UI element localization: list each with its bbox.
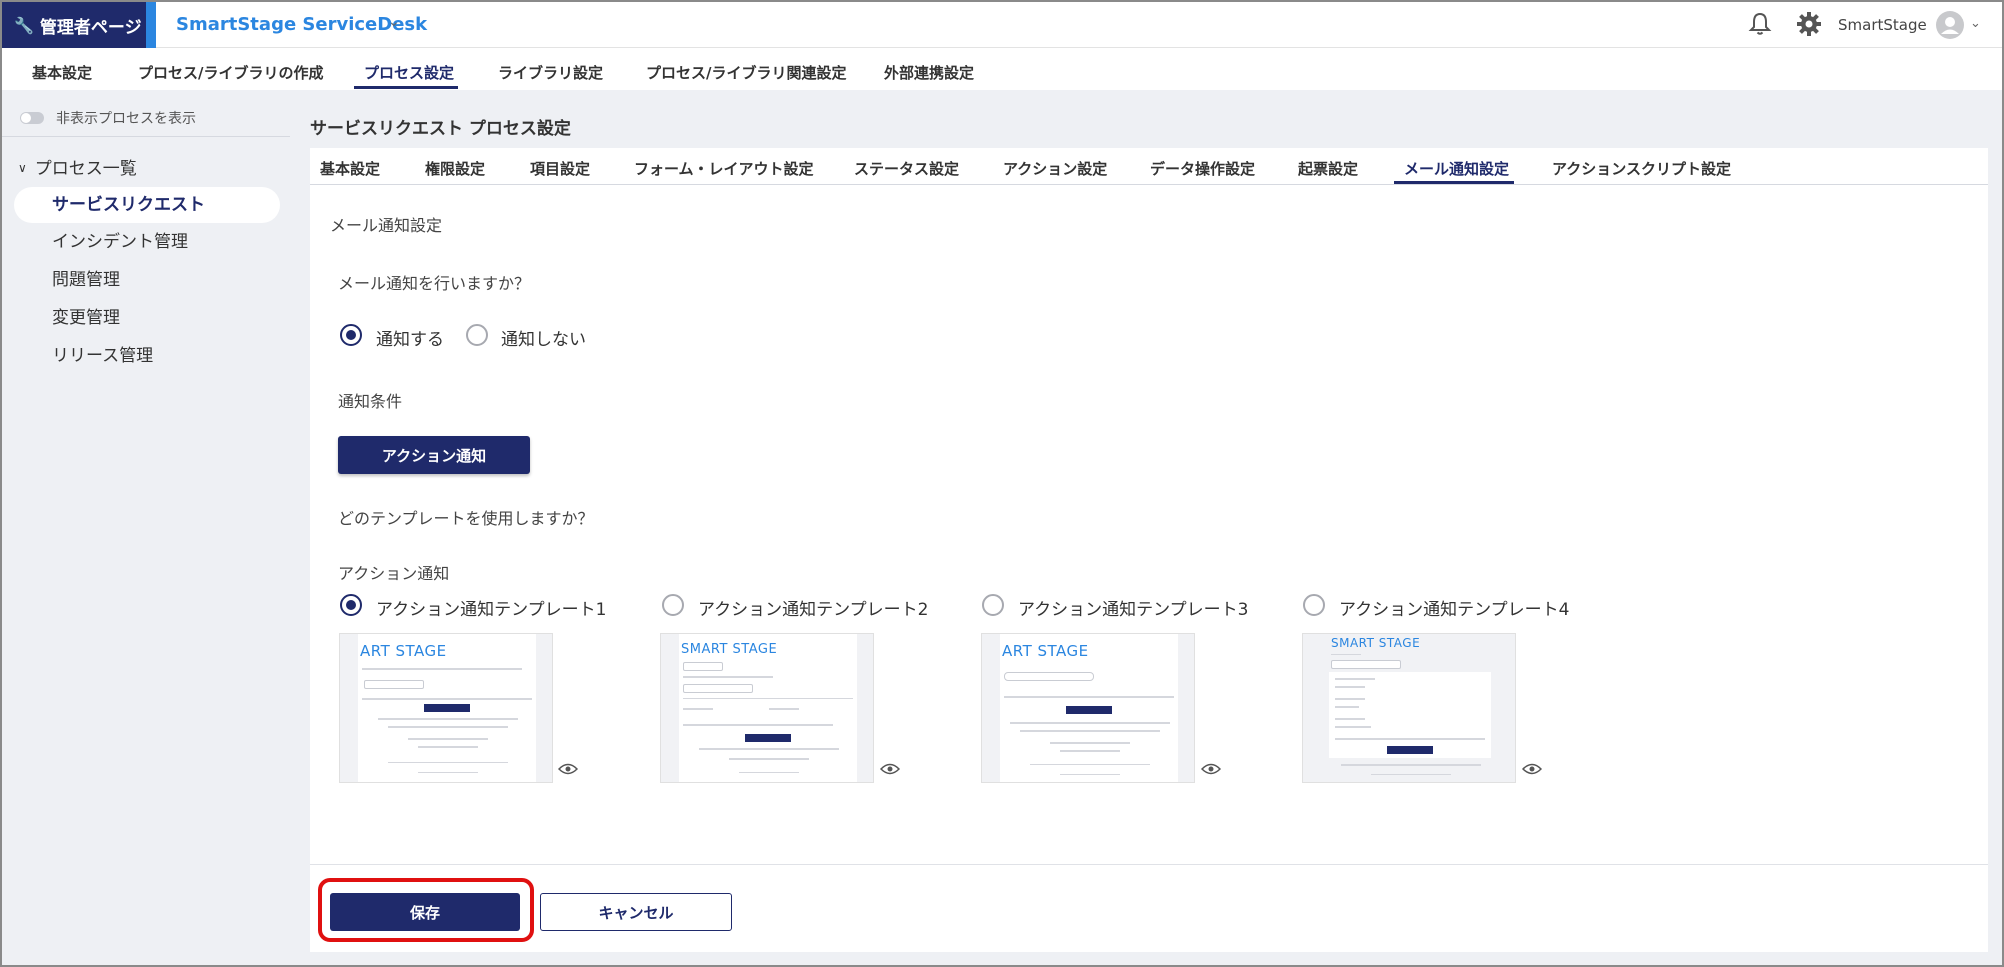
template-2-radio[interactable] bbox=[662, 594, 684, 616]
preview-eye-icon[interactable] bbox=[1201, 762, 1221, 776]
template-4-logo: SMART STAGE bbox=[1331, 636, 1421, 650]
preview-eye-icon[interactable] bbox=[558, 762, 578, 776]
template-4-sheet: SMART STAGE bbox=[1321, 634, 1499, 782]
template-3-sheet: ART STAGE bbox=[1000, 634, 1178, 782]
tab-mail-notification[interactable]: メール通知設定 bbox=[1404, 158, 1509, 179]
tab-basic[interactable]: 基本設定 bbox=[320, 158, 380, 179]
template-3-logo: ART STAGE bbox=[1002, 642, 1089, 660]
badge-accent-bar bbox=[146, 2, 156, 48]
chevron-down-icon[interactable]: ⌄ bbox=[388, 14, 400, 30]
template-4-thumbnail[interactable]: SMART STAGE bbox=[1302, 633, 1516, 783]
template-1-thumbnail[interactable]: ART STAGE bbox=[339, 633, 553, 783]
nav-process-library-relations[interactable]: プロセス/ライブラリ関連設定 bbox=[646, 62, 846, 83]
gear-icon[interactable] bbox=[1796, 11, 1822, 37]
bell-icon[interactable] bbox=[1748, 11, 1772, 37]
tab-data-operations[interactable]: データ操作設定 bbox=[1150, 158, 1255, 179]
process-list-header[interactable]: ∨ プロセス一覧 bbox=[18, 154, 137, 179]
template-1-radio[interactable] bbox=[340, 594, 362, 616]
nav-active-indicator bbox=[354, 86, 458, 89]
sidebar-item-service-request[interactable]: サービスリクエスト bbox=[14, 187, 280, 223]
template-4-label[interactable]: アクション通知テンプレート4 bbox=[1339, 595, 1569, 620]
tab-action-script[interactable]: アクションスクリプト設定 bbox=[1552, 158, 1731, 179]
notify-no-radio[interactable] bbox=[466, 324, 488, 346]
sidebar-item-release[interactable]: リリース管理 bbox=[14, 338, 280, 374]
main-nav: 基本設定 プロセス/ライブラリの作成 プロセス設定 ライブラリ設定 プロセス/ラ… bbox=[2, 48, 2002, 90]
template-4-radio[interactable] bbox=[1303, 594, 1325, 616]
sidebar-divider bbox=[2, 136, 290, 137]
avatar-icon[interactable] bbox=[1936, 11, 1964, 39]
condition-label: 通知条件 bbox=[338, 392, 403, 411]
tab-actions[interactable]: アクション設定 bbox=[1003, 158, 1107, 179]
template-3-radio[interactable] bbox=[982, 594, 1004, 616]
user-name[interactable]: SmartStage bbox=[1838, 16, 1927, 34]
sidebar: 非表示プロセスを表示 ∨ プロセス一覧 サービスリクエスト インシデント管理 問題… bbox=[2, 90, 290, 965]
show-hidden-process-toggle[interactable] bbox=[20, 112, 44, 124]
footer-divider bbox=[310, 864, 1988, 865]
process-list-title: プロセス一覧 bbox=[34, 159, 137, 179]
template-1-sheet: ART STAGE bbox=[358, 634, 536, 782]
chevron-down-icon: ∨ bbox=[18, 161, 27, 175]
notify-no-label[interactable]: 通知しない bbox=[501, 325, 586, 350]
tab-fields[interactable]: 項目設定 bbox=[530, 158, 590, 179]
action-notification-button[interactable]: アクション通知 bbox=[338, 436, 530, 474]
template-question: どのテンプレートを使用しますか？ bbox=[338, 509, 594, 528]
template-1-logo: ART STAGE bbox=[360, 642, 447, 660]
preview-eye-icon[interactable] bbox=[1522, 762, 1542, 776]
template-3-thumbnail[interactable]: ART STAGE bbox=[981, 633, 1195, 783]
wrench-icon: 🔧 bbox=[14, 15, 34, 35]
template-group-label: アクション通知 bbox=[338, 564, 450, 583]
section-title: メール通知設定 bbox=[330, 216, 443, 235]
admin-page-label: 管理者ページ bbox=[39, 17, 142, 38]
nav-external-integration[interactable]: 外部連携設定 bbox=[884, 62, 974, 83]
preview-eye-icon[interactable] bbox=[880, 762, 900, 776]
app-window: 🔧 管理者ページ SmartStage ServiceDesk ⌄ SmartS… bbox=[0, 0, 2004, 967]
sidebar-item-problem[interactable]: 問題管理 bbox=[14, 262, 280, 298]
template-2-sheet: SMART STAGE bbox=[679, 634, 857, 782]
cancel-button[interactable]: キャンセル bbox=[540, 893, 732, 931]
tabs-divider bbox=[310, 184, 1988, 185]
template-2-label[interactable]: アクション通知テンプレート2 bbox=[698, 595, 928, 620]
chevron-down-icon[interactable]: ⌄ bbox=[1970, 16, 1981, 31]
notify-yes-radio[interactable] bbox=[340, 324, 362, 346]
notify-yes-label[interactable]: 通知する bbox=[376, 325, 444, 350]
template-2-logo: SMART STAGE bbox=[681, 642, 778, 657]
save-button[interactable]: 保存 bbox=[330, 893, 520, 931]
template-2-thumbnail[interactable]: SMART STAGE bbox=[660, 633, 874, 783]
nav-process-library-create[interactable]: プロセス/ライブラリの作成 bbox=[138, 62, 323, 83]
nav-process-settings[interactable]: プロセス設定 bbox=[364, 62, 454, 83]
nav-library-settings[interactable]: ライブラリ設定 bbox=[498, 62, 603, 83]
tab-form-layout[interactable]: フォーム・レイアウト設定 bbox=[634, 158, 814, 179]
template-1-label[interactable]: アクション通知テンプレート1 bbox=[376, 595, 606, 620]
sidebar-item-incident[interactable]: インシデント管理 bbox=[14, 224, 280, 260]
tab-status[interactable]: ステータス設定 bbox=[854, 158, 959, 179]
tab-ticket-creation[interactable]: 起票設定 bbox=[1298, 158, 1358, 179]
toggle-label: 非表示プロセスを表示 bbox=[56, 111, 196, 127]
top-header: 🔧 管理者ページ SmartStage ServiceDesk ⌄ SmartS… bbox=[2, 2, 2002, 48]
tab-permissions[interactable]: 権限設定 bbox=[425, 158, 485, 179]
notify-question: メール通知を行いますか？ bbox=[338, 274, 531, 293]
page-title: サービスリクエスト プロセス設定 bbox=[310, 119, 571, 139]
tab-active-indicator bbox=[1394, 181, 1514, 184]
template-3-label[interactable]: アクション通知テンプレート3 bbox=[1018, 595, 1248, 620]
settings-panel bbox=[310, 148, 1988, 952]
nav-basic-settings[interactable]: 基本設定 bbox=[32, 62, 92, 83]
sidebar-item-change[interactable]: 変更管理 bbox=[14, 300, 280, 336]
admin-page-badge[interactable]: 🔧 管理者ページ bbox=[2, 2, 146, 48]
